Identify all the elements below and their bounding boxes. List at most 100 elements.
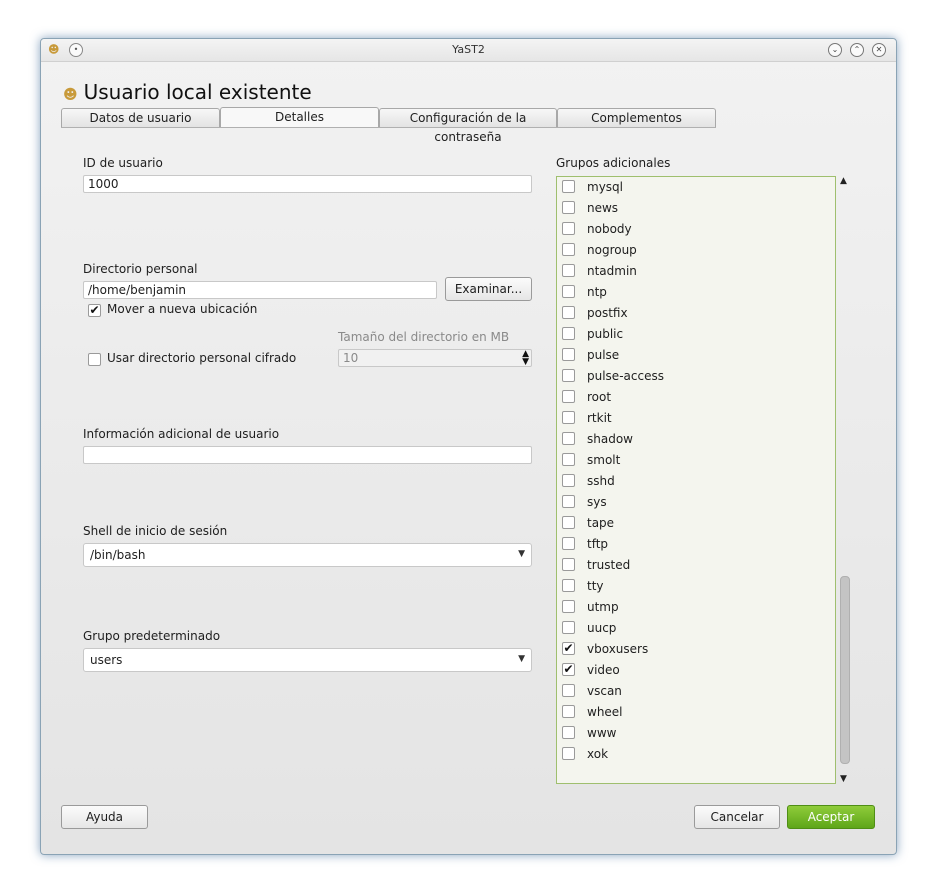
group-checkbox[interactable] (562, 579, 575, 592)
login-shell-label: Shell de inicio de sesión (83, 524, 228, 538)
group-checkbox[interactable] (562, 537, 575, 550)
group-item-wheel[interactable]: wheel (562, 702, 822, 723)
group-item-nobody[interactable]: nobody (562, 219, 822, 240)
tab-label: Detalles (275, 110, 324, 124)
group-checkbox[interactable] (562, 390, 575, 403)
group-checkbox[interactable] (562, 705, 575, 718)
group-checkbox[interactable] (562, 453, 575, 466)
group-label: xok (587, 747, 609, 761)
maximize-icon[interactable]: ⌃ (850, 43, 864, 57)
group-item-mysql[interactable]: mysql (562, 177, 822, 198)
group-label: nobody (587, 222, 632, 236)
tab-detalles[interactable]: Detalles (220, 107, 379, 128)
group-checkbox[interactable] (562, 621, 575, 634)
user-id-input[interactable]: 1000 (83, 175, 532, 193)
group-item-tty[interactable]: tty (562, 576, 822, 597)
group-item-smolt[interactable]: smolt (562, 450, 822, 471)
group-item-postfix[interactable]: postfix (562, 303, 822, 324)
group-item-trusted[interactable]: trusted (562, 555, 822, 576)
group-checkbox[interactable] (562, 726, 575, 739)
group-checkbox[interactable] (562, 369, 575, 382)
group-checkbox[interactable] (562, 558, 575, 571)
group-item-ntadmin[interactable]: ntadmin (562, 261, 822, 282)
group-item-pulse[interactable]: pulse (562, 345, 822, 366)
default-group-combo[interactable]: users ▼ (83, 648, 532, 672)
group-item-xok[interactable]: xok (562, 744, 822, 765)
additional-info-input[interactable] (83, 446, 532, 464)
group-checkbox[interactable] (562, 306, 575, 319)
group-checkbox[interactable] (562, 411, 575, 424)
group-checkbox[interactable] (562, 474, 575, 487)
scroll-up-icon[interactable]: ▲ (840, 176, 847, 186)
additional-info-label: Información adicional de usuario (83, 427, 280, 441)
group-checkbox[interactable] (562, 243, 575, 256)
title-bar[interactable]: ☻ • YaST2 ⌄ ⌃ ✕ (41, 39, 896, 62)
dir-size-spinbox[interactable]: 10 ▲ ▼ (338, 349, 532, 367)
group-label: video (587, 663, 620, 677)
group-checkbox[interactable] (562, 285, 575, 298)
scrollbar-thumb[interactable] (840, 576, 850, 764)
group-label: tty (587, 579, 604, 593)
encrypted-home-checkbox[interactable] (88, 353, 101, 366)
group-item-root[interactable]: root (562, 387, 822, 408)
group-item-vboxusers[interactable]: ✔ vboxusers (562, 639, 822, 660)
group-item-news[interactable]: news (562, 198, 822, 219)
group-checkbox[interactable] (562, 180, 575, 193)
group-checkbox[interactable] (562, 327, 575, 340)
dir-size-value: 10 (343, 351, 359, 365)
group-checkbox[interactable]: ✔ (562, 642, 575, 655)
group-checkbox[interactable] (562, 222, 575, 235)
group-item-sys[interactable]: sys (562, 492, 822, 513)
group-checkbox[interactable] (562, 264, 575, 277)
browse-button[interactable]: Examinar... (445, 277, 532, 301)
scrollbar-track[interactable] (839, 188, 850, 772)
group-label: postfix (587, 306, 628, 320)
group-checkbox[interactable] (562, 600, 575, 613)
group-item-vscan[interactable]: vscan (562, 681, 822, 702)
cancel-button[interactable]: Cancelar (694, 805, 780, 829)
help-button[interactable]: Ayuda (61, 805, 148, 829)
group-item-rtkit[interactable]: rtkit (562, 408, 822, 429)
group-item-tape[interactable]: tape (562, 513, 822, 534)
group-checkbox[interactable] (562, 495, 575, 508)
tab-complementos[interactable]: Complementos (557, 108, 716, 127)
group-item-ntp[interactable]: ntp (562, 282, 822, 303)
close-icon[interactable]: ✕ (872, 43, 886, 57)
group-item-nogroup[interactable]: nogroup (562, 240, 822, 261)
group-checkbox[interactable] (562, 201, 575, 214)
group-checkbox[interactable] (562, 516, 575, 529)
group-checkbox[interactable] (562, 747, 575, 760)
tab-configuracion-contrasena[interactable]: Configuración de la contraseña (379, 108, 557, 144)
group-label: news (587, 201, 619, 215)
group-item-www[interactable]: www (562, 723, 822, 744)
group-checkbox[interactable] (562, 348, 575, 361)
group-item-tftp[interactable]: tftp (562, 534, 822, 555)
login-shell-combo[interactable]: /bin/bash ▼ (83, 543, 532, 567)
group-item-uucp[interactable]: uucp (562, 618, 822, 639)
group-checkbox[interactable]: ✔ (562, 663, 575, 676)
group-label: root (587, 390, 612, 404)
login-shell-value: /bin/bash (90, 548, 146, 562)
groups-scrollbar[interactable]: ▲ ▼ (837, 176, 852, 784)
home-dir-input[interactable]: /home/benjamin (83, 281, 437, 299)
group-item-video[interactable]: ✔ video (562, 660, 822, 681)
group-item-pulse-access[interactable]: pulse-access (562, 366, 822, 387)
dir-size-label: Tamaño del directorio en MB (338, 330, 510, 344)
group-checkbox[interactable] (562, 432, 575, 445)
group-item-public[interactable]: public (562, 324, 822, 345)
minimize-icon[interactable]: ⌄ (828, 43, 842, 57)
group-item-utmp[interactable]: utmp (562, 597, 822, 618)
spin-arrows-icon[interactable]: ▲ ▼ (522, 350, 529, 367)
tab-datos-de-usuario[interactable]: Datos de usuario (61, 108, 220, 127)
tab-divider (61, 127, 716, 128)
move-home-checkbox[interactable]: ✔ (88, 304, 101, 317)
encrypted-home-label: Usar directorio personal cifrado (107, 351, 297, 365)
group-item-sshd[interactable]: sshd (562, 471, 822, 492)
group-label: vboxusers (587, 642, 649, 656)
tab-label: Complementos (591, 111, 682, 125)
accept-button[interactable]: Aceptar (787, 805, 875, 829)
group-item-shadow[interactable]: shadow (562, 429, 822, 450)
additional-groups-list[interactable]: mysql news nobody nogroup ntadmin ntp postfix p… (556, 176, 836, 784)
scroll-down-icon[interactable]: ▼ (840, 774, 847, 784)
group-checkbox[interactable] (562, 684, 575, 697)
